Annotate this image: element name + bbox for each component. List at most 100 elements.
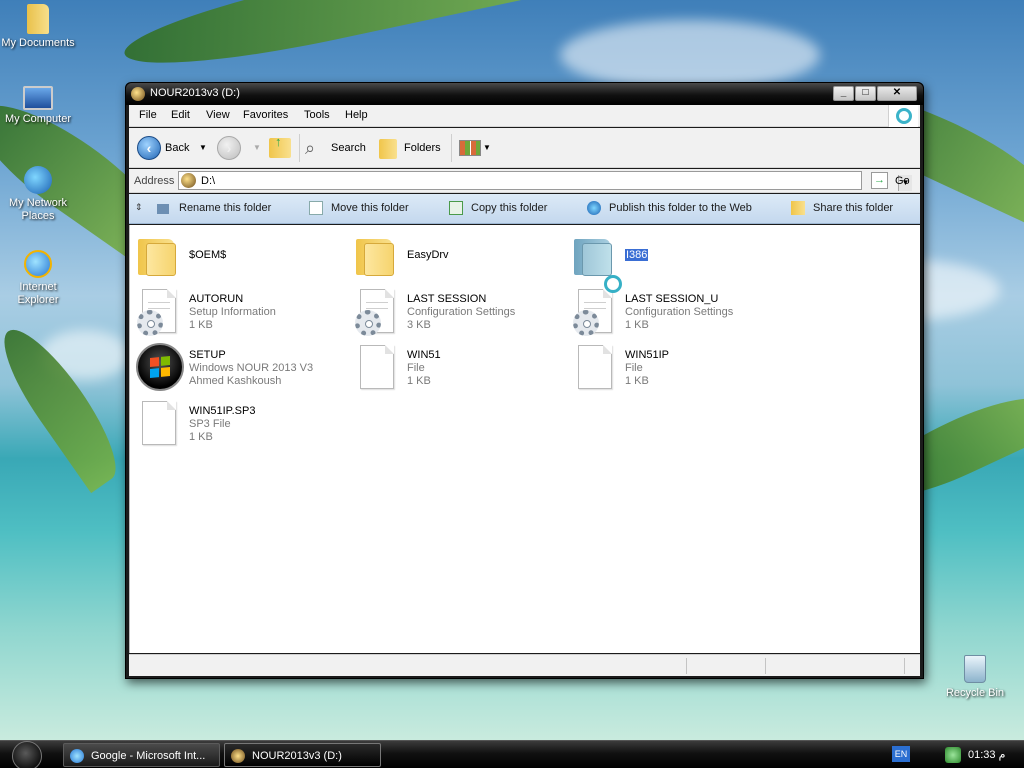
task-label: Rename this folder bbox=[179, 202, 272, 214]
activity-throbber bbox=[888, 105, 918, 127]
menu-file[interactable]: File bbox=[139, 109, 157, 121]
file-size: 1 KB bbox=[189, 431, 213, 443]
folders-button[interactable]: Folders bbox=[379, 134, 445, 162]
clock[interactable]: 01:33 م bbox=[968, 748, 1005, 761]
address-input[interactable]: D:\ ▼ bbox=[178, 171, 912, 191]
taskbar-button-explorer[interactable]: NOUR2013v3 (D:) bbox=[224, 743, 381, 767]
desktop-icon-recycle-bin[interactable]: Recycle Bin bbox=[940, 655, 1010, 699]
search-button[interactable]: ⌕ Search bbox=[305, 134, 369, 162]
windows-logo-icon bbox=[896, 108, 912, 124]
file-size: 1 KB bbox=[407, 375, 431, 387]
menu-help[interactable]: Help bbox=[345, 109, 368, 121]
folders-label: Folders bbox=[404, 142, 441, 154]
language-indicator[interactable]: EN bbox=[892, 746, 910, 762]
drive-icon bbox=[231, 749, 245, 763]
setup-windows-logo-icon bbox=[136, 343, 184, 391]
file-size: 3 KB bbox=[407, 319, 431, 331]
desktop-icon-label: My Documents bbox=[1, 37, 75, 49]
minimize-button[interactable]: _ bbox=[833, 86, 854, 101]
folder-icon bbox=[356, 235, 394, 276]
up-folder-button[interactable]: ↑ bbox=[267, 134, 293, 162]
desktop-icon-label: Recycle Bin bbox=[945, 687, 1005, 699]
up-arrow-icon: ↑ bbox=[275, 134, 282, 149]
copy-icon bbox=[449, 201, 463, 215]
tasks-toggle-icon[interactable]: ⇕ bbox=[135, 202, 143, 213]
taskbar-button-label: Google - Microsoft Int... bbox=[91, 750, 206, 762]
file-type: Configuration Settings bbox=[407, 306, 516, 318]
folder-icon bbox=[138, 235, 176, 276]
toolbar: ‹ Back ▼ › ▼ ↑ ⌕ Search Folders ▼ bbox=[129, 128, 920, 168]
file-type: Configuration Settings bbox=[625, 306, 734, 318]
search-label: Search bbox=[331, 142, 366, 154]
generic-file-icon bbox=[360, 345, 394, 389]
list-item-last-session-u[interactable]: LAST SESSION_U Configuration Settings 1 … bbox=[570, 287, 780, 339]
list-item-oem[interactable]: $OEM$ bbox=[134, 231, 344, 283]
desktop-icon-label: Internet Explorer bbox=[17, 281, 59, 306]
file-name: EasyDrv bbox=[407, 249, 449, 261]
my-computer-icon bbox=[23, 86, 53, 110]
folders-icon bbox=[379, 139, 397, 159]
views-button[interactable]: ▼ bbox=[457, 134, 491, 162]
taskbar: Google - Microsoft Int... NOUR2013v3 (D:… bbox=[0, 740, 1024, 768]
task-label: Share this folder bbox=[813, 202, 894, 214]
rename-icon bbox=[157, 204, 169, 214]
desktop-icon-network-places[interactable]: My Network Places bbox=[0, 166, 76, 223]
menu-view[interactable]: View bbox=[206, 109, 230, 121]
address-label: Address bbox=[134, 175, 175, 187]
back-button[interactable]: ‹ Back bbox=[137, 134, 203, 162]
window-title: NOUR2013v3 (D:) bbox=[150, 87, 240, 99]
generic-file-icon bbox=[142, 401, 176, 445]
list-item-win51ip[interactable]: WIN51IP File 1 KB bbox=[570, 343, 780, 395]
menu-tools[interactable]: Tools bbox=[304, 109, 330, 121]
back-dropdown[interactable]: ▼ bbox=[199, 134, 209, 162]
cloud bbox=[560, 20, 820, 90]
menu-edit[interactable]: Edit bbox=[171, 109, 190, 121]
generic-file-icon bbox=[578, 345, 612, 389]
desktop-icon-internet-explorer[interactable]: Internet Explorer bbox=[0, 250, 76, 307]
file-name: WIN51 bbox=[407, 349, 441, 361]
taskbar-button-google[interactable]: Google - Microsoft Int... bbox=[63, 743, 220, 767]
list-item-setup[interactable]: SETUP Windows NOUR 2013 V3 Ahmed Kashkou… bbox=[134, 343, 344, 395]
back-label: Back bbox=[165, 142, 190, 154]
file-name: WIN51IP.SP3 bbox=[189, 405, 256, 417]
address-bar: Address D:\ ▼ → Go bbox=[129, 169, 920, 193]
list-item-last-session[interactable]: LAST SESSION Configuration Settings 3 KB bbox=[352, 287, 562, 339]
list-item-autorun[interactable]: AUTORUN Setup Information 1 KB bbox=[134, 287, 344, 339]
taskbar-button-label: NOUR2013v3 (D:) bbox=[252, 750, 342, 762]
desktop-icon-label: My Network Places bbox=[8, 197, 68, 222]
drive-icon bbox=[181, 173, 196, 188]
title-bar[interactable]: NOUR2013v3 (D:) _ □ ✕ bbox=[126, 83, 923, 105]
busy-cursor-icon bbox=[604, 275, 622, 293]
file-name: WIN51IP bbox=[625, 349, 670, 361]
go-button[interactable]: → Go bbox=[871, 172, 915, 189]
list-item-win51ip-sp3[interactable]: WIN51IP.SP3 SP3 File 1 KB bbox=[134, 399, 344, 451]
close-button[interactable]: ✕ bbox=[877, 86, 917, 101]
file-type: Windows NOUR 2013 V3 bbox=[189, 362, 314, 374]
status-bar bbox=[129, 654, 920, 676]
toolbar-separator bbox=[451, 134, 452, 162]
list-item-win51[interactable]: WIN51 File 1 KB bbox=[352, 343, 562, 395]
forward-dropdown[interactable]: ▼ bbox=[253, 134, 263, 162]
start-button[interactable] bbox=[10, 741, 44, 768]
internet-explorer-icon bbox=[70, 749, 84, 763]
folder-icon bbox=[574, 235, 612, 276]
file-name-selected: I386 bbox=[623, 248, 650, 262]
list-item-i386[interactable]: I386 bbox=[570, 231, 780, 283]
forward-button[interactable]: › bbox=[217, 134, 243, 162]
network-status-icon[interactable] bbox=[945, 747, 961, 763]
file-name: LAST SESSION_U bbox=[625, 293, 719, 305]
list-item-easydrv[interactable]: EasyDrv bbox=[352, 231, 562, 283]
views-dropdown-icon: ▼ bbox=[483, 143, 491, 152]
maximize-button[interactable]: □ bbox=[855, 86, 876, 101]
toolbar-separator bbox=[299, 134, 300, 162]
menu-favorites[interactable]: Favorites bbox=[243, 109, 288, 121]
file-type: SP3 File bbox=[189, 418, 231, 430]
task-label: Copy this folder bbox=[471, 202, 548, 214]
desktop-icon-my-documents[interactable]: My Documents bbox=[0, 4, 76, 50]
task-label: Move this folder bbox=[331, 202, 409, 214]
file-size: 1 KB bbox=[625, 375, 649, 387]
desktop-icon-my-computer[interactable]: My Computer bbox=[0, 86, 76, 126]
back-arrow-icon: ‹ bbox=[137, 136, 161, 160]
status-separator bbox=[686, 658, 687, 674]
file-size: 1 KB bbox=[625, 319, 649, 331]
